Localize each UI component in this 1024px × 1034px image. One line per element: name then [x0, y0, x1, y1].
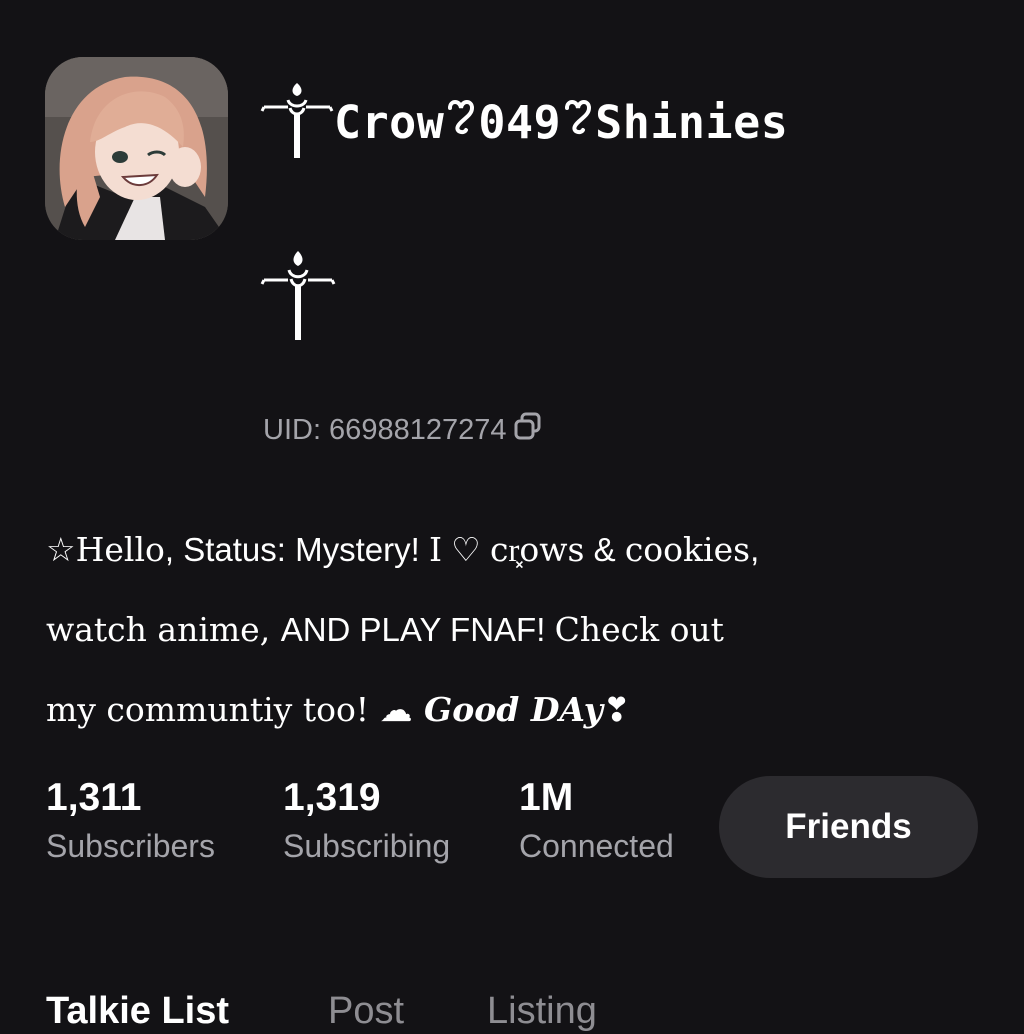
profile-bio: ☆Hello, Status: Mystery! I ♡ cr͓ows & co…: [46, 510, 986, 750]
scepter-emblem-icon: [260, 80, 334, 165]
username-part-2: 049: [478, 95, 562, 149]
cursive-heart-icon: [561, 96, 595, 149]
avatar-illustration: [45, 57, 228, 240]
stat-subscribing[interactable]: 1,319 Subscribing: [283, 775, 450, 867]
bio-and-play: AND PLAY FNAF!: [280, 611, 555, 648]
username-part-3: Shinies: [595, 95, 789, 149]
copy-icon[interactable]: [514, 412, 542, 448]
stat-value: 1,311: [46, 776, 142, 819]
stat-connected[interactable]: 1M Connected: [519, 775, 674, 867]
bio-crows: cr͓ows: [489, 530, 585, 569]
uid-row: UID: 66988127274: [263, 412, 542, 448]
profile-avatar[interactable]: [45, 57, 228, 240]
star-glyph: ☆: [46, 531, 76, 568]
stat-label: Subscribers: [46, 828, 215, 864]
bio-good-day: Good DAy: [412, 690, 603, 729]
bio-and: &: [584, 531, 625, 568]
tab-talkie-list[interactable]: Talkie List: [46, 988, 229, 1034]
bio-line-3: my communtiy too! ☁ Good DAy❣: [46, 670, 986, 750]
bio-watch: watch anime,: [46, 610, 281, 649]
stat-subscribers[interactable]: 1,311 Subscribers: [46, 775, 215, 867]
stat-label: Connected: [519, 828, 674, 864]
friends-button[interactable]: Friends: [719, 776, 978, 878]
heart-exclamation-glyph: ❣: [602, 691, 631, 728]
profile-name: Crow 049 Shinies: [260, 82, 788, 162]
bio-i: I: [428, 530, 443, 569]
scepter-emblem-icon: [260, 248, 336, 347]
tab-post[interactable]: Post: [328, 988, 404, 1034]
bio-comma: ,: [750, 531, 760, 568]
cloud-glyph: ☁: [379, 691, 413, 728]
profile-tabs: Talkie List Post Listing: [0, 988, 1024, 1032]
bio-line-1: ☆Hello, Status: Mystery! I ♡ cr͓ows & co…: [46, 510, 986, 590]
stat-value: 1M: [519, 776, 574, 819]
bio-status: , Status: Mystery!: [164, 531, 429, 568]
bio-community: my communtiy too!: [46, 690, 380, 729]
username-part-1: Crow: [334, 95, 445, 149]
stat-value: 1,319: [283, 776, 381, 819]
tab-listing[interactable]: Listing: [487, 988, 597, 1034]
uid-text: UID: 66988127274: [263, 413, 507, 446]
bio-line-2: watch anime, AND PLAY FNAF! Check out: [46, 590, 986, 670]
bio-cookies: cookies: [624, 530, 751, 569]
cursive-heart-icon: [444, 96, 478, 149]
heart-glyph: ♡: [442, 531, 490, 568]
bio-hello: Hello: [75, 530, 165, 569]
bio-check: Check out: [554, 610, 724, 649]
stat-label: Subscribing: [283, 828, 451, 864]
